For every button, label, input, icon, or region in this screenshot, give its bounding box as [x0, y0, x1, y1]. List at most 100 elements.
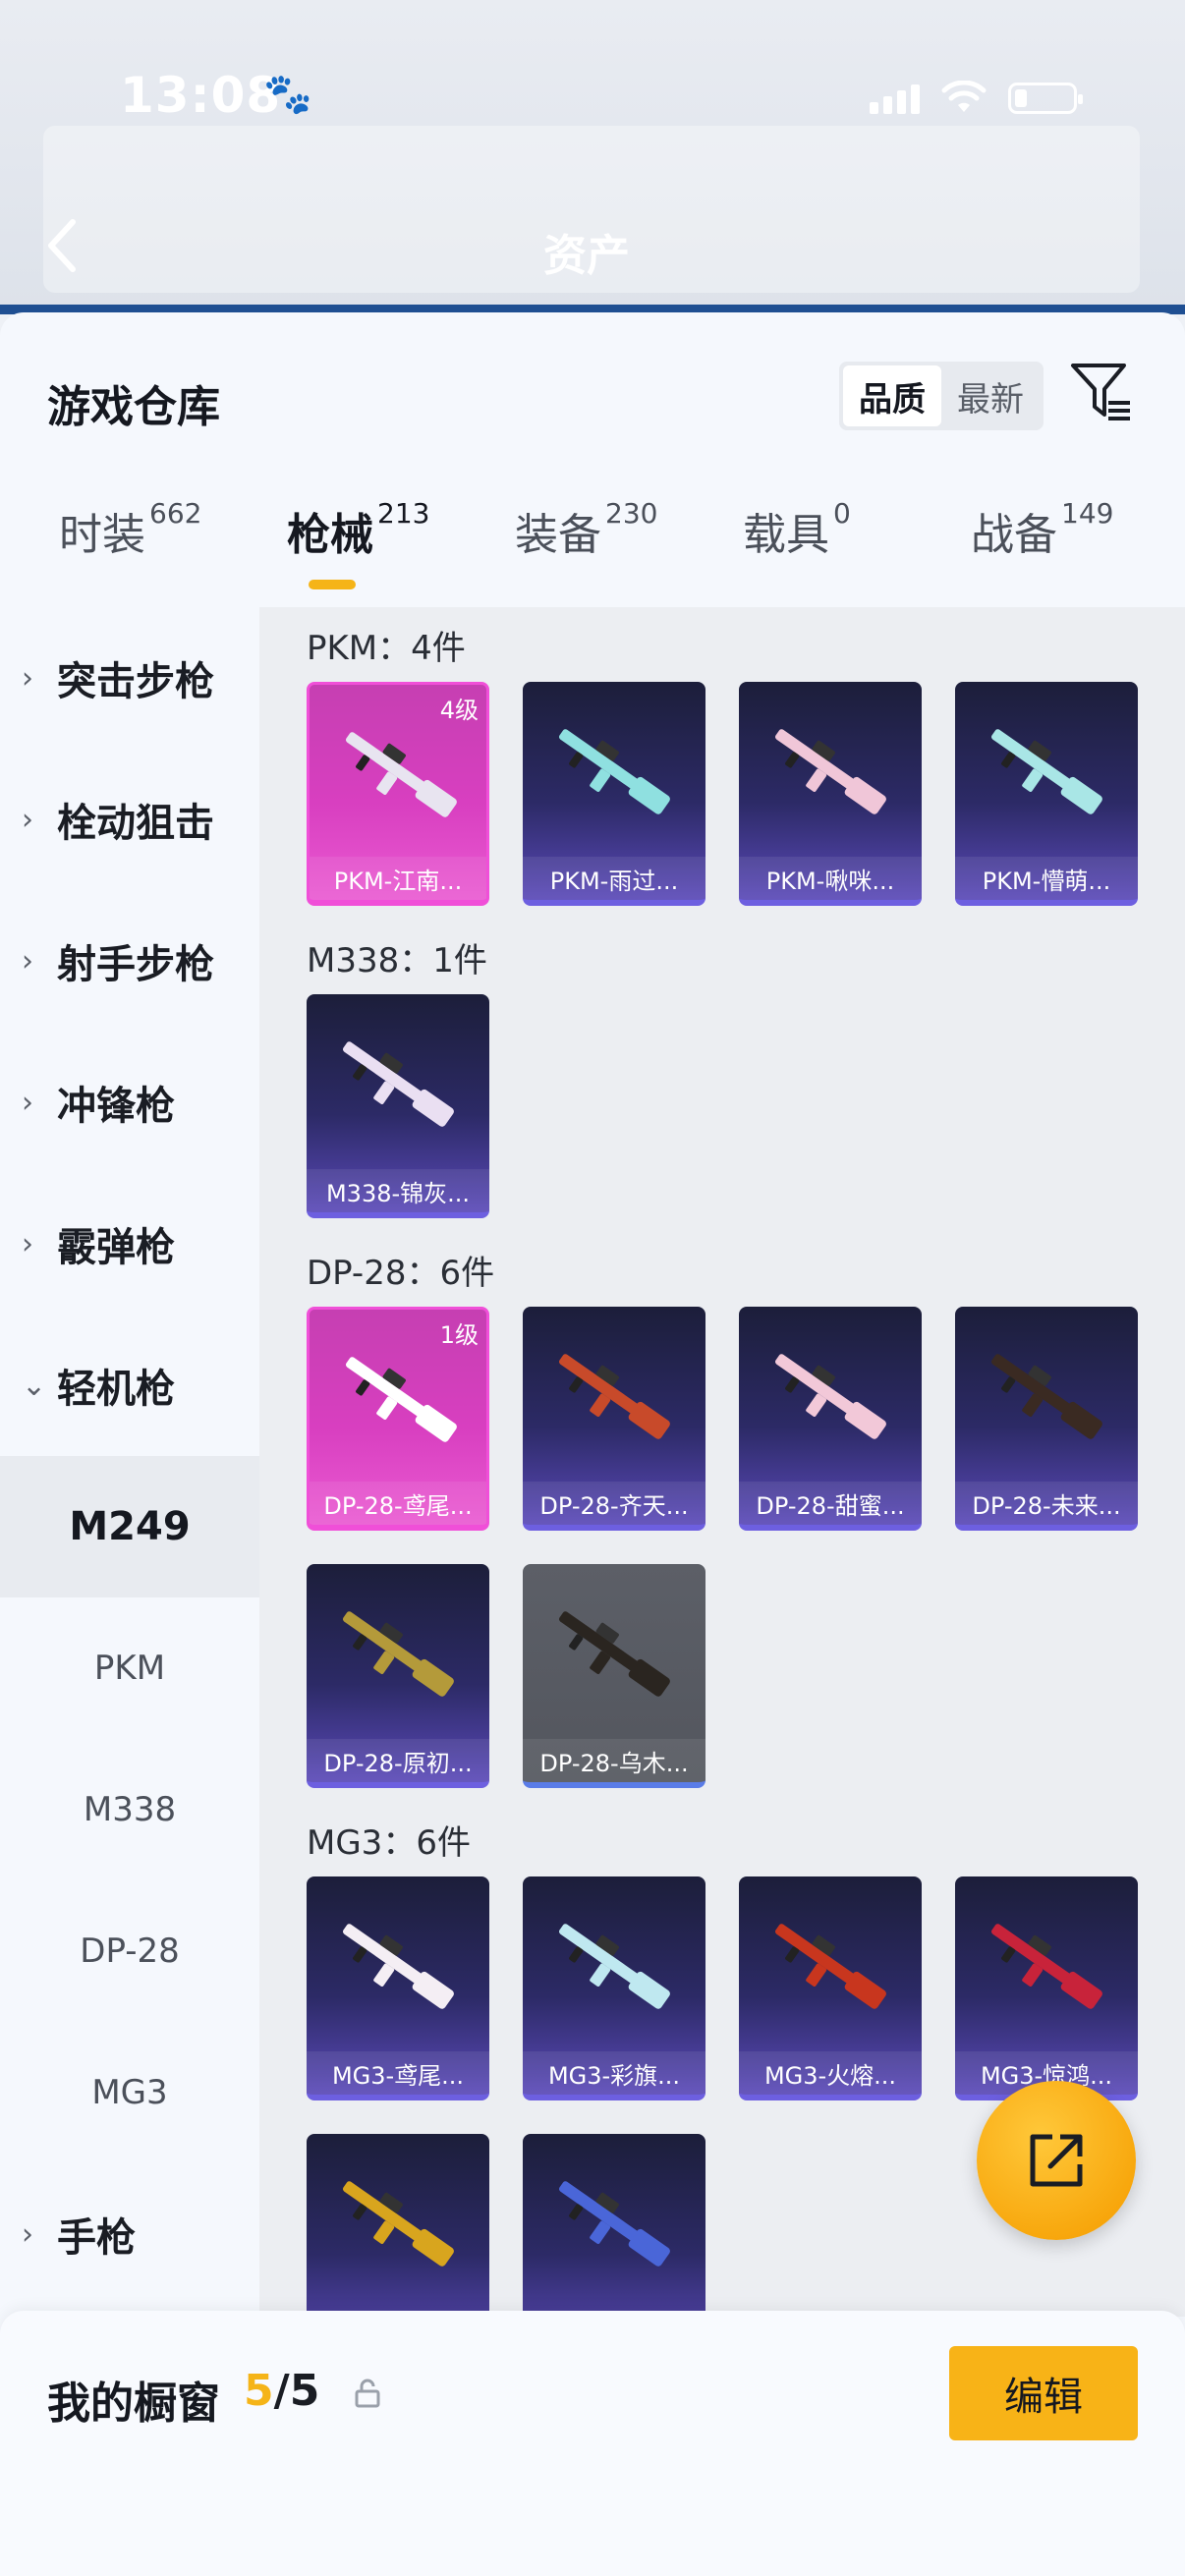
chevron-right-icon: ›: [22, 943, 33, 979]
weapon-card[interactable]: PKM-啾咪...: [739, 682, 922, 906]
weapon-image: [775, 1354, 886, 1439]
showcase-separator: /: [273, 2366, 290, 2416]
sidebar-sub-dp28[interactable]: DP-28: [0, 1880, 259, 2022]
sidebar-sub-m338[interactable]: M338: [0, 1739, 259, 1880]
weapon-level-badge: 4级: [439, 697, 479, 724]
weapon-image: [559, 2181, 670, 2267]
showcase-bar: 我的橱窗 5/5 编辑: [0, 2311, 1185, 2576]
sidebar-item-label: 手枪: [57, 2215, 136, 2261]
chevron-right-icon: ›: [22, 802, 33, 837]
weapon-name: MG3-火熔...: [739, 2051, 922, 2095]
sidebar-item-label: 冲锋枪: [57, 1084, 175, 1129]
weapon-name: PKM-江南...: [310, 857, 486, 900]
weapon-card[interactable]: 1级 DP-28-鸢尾...: [307, 1307, 489, 1531]
warehouse-sheet: 游戏仓库 品质 最新 时装 662 枪械 213 装备 230 载具 0 战备 …: [0, 312, 1185, 2576]
showcase-label: 我的橱窗: [47, 2379, 220, 2429]
weapon-card[interactable]: PKM-懵萌...: [955, 682, 1138, 906]
sidebar-sub-m249[interactable]: M249: [0, 1456, 259, 1597]
weapon-level-badge: 1级: [439, 1321, 479, 1349]
tab-label: 战备: [971, 510, 1057, 560]
weapon-image: [343, 2181, 454, 2267]
weapon-card[interactable]: DP-28-齐天...: [523, 1307, 705, 1531]
sort-option-quality[interactable]: 品质: [843, 365, 941, 426]
weapon-card[interactable]: MG3-惊鸿...: [955, 1876, 1138, 2100]
sidebar-sub-mg3[interactable]: MG3: [0, 2022, 259, 2163]
tab-equipment[interactable]: 装备 230: [515, 497, 658, 562]
weapon-card[interactable]: MG3-鸢尾...: [307, 1876, 489, 2100]
weapon-card[interactable]: DP-28-未来...: [955, 1307, 1138, 1531]
tab-fashion[interactable]: 时装 662: [59, 497, 202, 562]
sidebar-item-bolt-sniper[interactable]: › 栓动狙击: [0, 749, 259, 890]
lock-icon: [355, 2379, 380, 2408]
tab-count: 213: [377, 497, 430, 530]
weapon-grid: PKM：4件 4级 PKM-江南... PKM-雨过... PKM-啾咪... PKM-懵…: [259, 607, 1185, 2317]
chevron-right-icon: ›: [22, 1226, 33, 1261]
weapon-image: [991, 1354, 1102, 1439]
sidebar-item-assault-rifle[interactable]: › 突击步枪: [0, 607, 259, 749]
weapon-card[interactable]: 4级 PKM-江南...: [307, 682, 489, 906]
weapon-name: DP-28-未来...: [955, 1482, 1138, 1525]
weapon-name: MG3-鸢尾...: [307, 2051, 489, 2095]
weapon-image: [991, 729, 1102, 814]
showcase-count: 5/5: [244, 2366, 319, 2416]
group-title: PKM：4件: [307, 629, 466, 668]
active-tab-indicator: [309, 580, 356, 589]
tab-count: 230: [605, 497, 658, 530]
tab-label: 装备: [515, 510, 601, 560]
status-icons: [870, 80, 1083, 114]
chevron-right-icon: ›: [22, 2216, 33, 2252]
weapon-image: [346, 732, 457, 817]
filter-icon[interactable]: [1069, 360, 1132, 422]
share-button[interactable]: [977, 2081, 1136, 2240]
sort-option-newest[interactable]: 最新: [941, 365, 1040, 426]
sidebar-item-pistol[interactable]: › 手枪: [0, 2163, 259, 2305]
back-icon[interactable]: [39, 216, 86, 275]
weapon-name: DP-28-鸢尾...: [310, 1482, 486, 1525]
sidebar-item-shotgun[interactable]: › 霰弹枪: [0, 1173, 259, 1315]
tab-count: 662: [149, 497, 202, 530]
weapon-card[interactable]: DP-28-甜蜜...: [739, 1307, 922, 1531]
tab-label: 时装: [59, 510, 145, 560]
weapon-image: [775, 1924, 886, 2009]
weapon-card[interactable]: DP-28-原初...: [307, 1564, 489, 1788]
background-header: 13:08 🐾 资产: [0, 0, 1185, 314]
sidebar-item-marksman-rifle[interactable]: › 射手步枪: [0, 890, 259, 1032]
weapon-name: DP-28-齐天...: [523, 1482, 705, 1525]
paw-icon: 🐾: [263, 72, 312, 117]
weapon-image: [343, 1611, 454, 1697]
weapon-card[interactable]: [307, 2134, 489, 2317]
tab-count: 149: [1061, 497, 1114, 530]
showcase-current: 5: [244, 2366, 274, 2416]
weapon-name: PKM-懵萌...: [955, 857, 1138, 900]
warehouse-title: 游戏仓库: [47, 382, 220, 432]
weapon-card[interactable]: [523, 2134, 705, 2317]
tab-vehicles[interactable]: 载具 0: [743, 497, 851, 562]
sidebar-item-smg[interactable]: › 冲锋枪: [0, 1032, 259, 1173]
chevron-down-icon: ⌄: [22, 1368, 47, 1403]
weapon-image: [559, 1354, 670, 1439]
tab-guns[interactable]: 枪械 213: [287, 497, 430, 562]
tab-label: 载具: [743, 510, 829, 560]
signal-icon: [870, 84, 920, 114]
weapon-image: [559, 1611, 670, 1697]
weapon-card[interactable]: PKM-雨过...: [523, 682, 705, 906]
weapon-card[interactable]: MG3-彩旗...: [523, 1876, 705, 2100]
battery-icon: [1008, 83, 1083, 114]
tab-battle-prep[interactable]: 战备 149: [971, 497, 1114, 562]
weapon-card[interactable]: DP-28-乌木...: [523, 1564, 705, 1788]
weapon-image: [775, 729, 886, 814]
weapon-name: MG3-彩旗...: [523, 2051, 705, 2095]
sidebar-item-label: 突击步枪: [57, 659, 214, 704]
status-time: 13:08: [120, 67, 282, 124]
edit-button[interactable]: 编辑: [949, 2346, 1138, 2440]
tab-count: 0: [833, 497, 851, 530]
weapon-image: [559, 1924, 670, 2009]
sidebar-item-lmg[interactable]: ⌄ 轻机枪: [0, 1315, 259, 1456]
sidebar-item-label: 霰弹枪: [57, 1225, 175, 1270]
sidebar-item-label: 栓动狙击: [57, 801, 214, 846]
share-icon: [1030, 2134, 1083, 2187]
wifi-icon: [941, 80, 987, 114]
weapon-card[interactable]: M338-锦灰...: [307, 994, 489, 1218]
weapon-card[interactable]: MG3-火熔...: [739, 1876, 922, 2100]
sidebar-sub-pkm[interactable]: PKM: [0, 1597, 259, 1739]
